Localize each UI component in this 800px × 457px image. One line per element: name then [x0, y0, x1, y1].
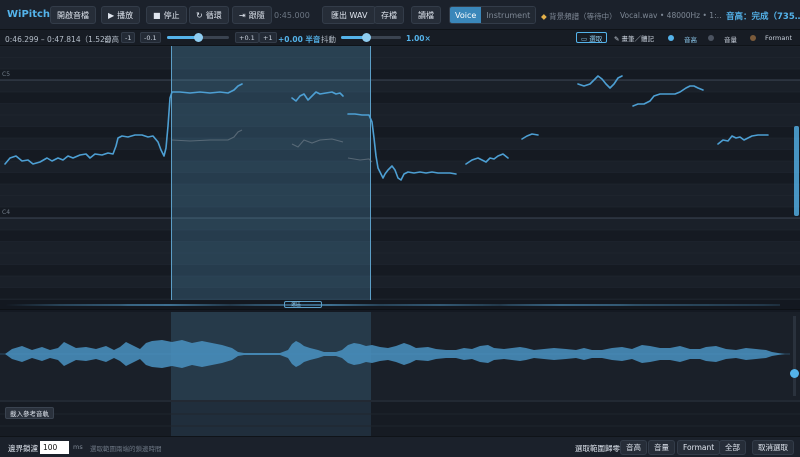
toolbar: WiPitch 開啟音檔 ▶ 播放 ■ 停止 ↻ 循環 ⇥ 跟隨 0:45.00… — [0, 0, 800, 30]
pitch-curve[interactable] — [465, 153, 509, 165]
threshold-label: 邊界鎖濾 — [8, 444, 38, 453]
layer-volume-radio[interactable] — [708, 35, 714, 41]
export-wav-button[interactable]: 匯出 WAV — [322, 6, 377, 24]
status-area: ◆ 背景頻譜（等待中） — [541, 11, 617, 22]
layer-volume-label[interactable]: 音量 — [724, 34, 737, 44]
zero-all-button[interactable]: 全部 — [719, 440, 746, 455]
vertical-scrollbar[interactable] — [794, 126, 799, 216]
reference-grid — [0, 413, 800, 427]
follow-icon: ⇥ — [239, 10, 246, 20]
pitch-curve[interactable] — [4, 83, 243, 165]
layer-formant-label[interactable]: Formant — [765, 34, 792, 42]
pitch-plus01-button[interactable]: +0.1 — [235, 32, 259, 43]
pitch-minus1-button[interactable]: -1 — [121, 32, 136, 43]
app-title: WiPitch — [7, 9, 51, 20]
bottom-bar: 邊界鎖濾 ms 選取範圍兩端的鎖邊時間 選取範圍歸零 音高 音量 Formant… — [0, 436, 800, 457]
waveform-panel[interactable] — [0, 312, 800, 400]
waveform-zoom-knob[interactable] — [790, 369, 799, 378]
pitch-curve[interactable] — [717, 134, 769, 145]
select-mode-button[interactable]: ▭ 選取 — [576, 32, 608, 43]
pitch-editor[interactable]: C5 C4 — [0, 46, 800, 300]
reference-track-panel[interactable]: 載入參考音軌 — [0, 400, 800, 438]
stop-button[interactable]: ■ 停止 — [146, 6, 187, 24]
mode-voice-button[interactable]: Voice — [450, 7, 482, 23]
pitch-label: 音高 — [104, 35, 119, 44]
pitch-value: +0.00 半音 — [278, 35, 321, 44]
original-pitch-curve — [347, 157, 373, 163]
play-button[interactable]: ▶ 播放 — [101, 6, 141, 24]
note-label-c5: C5 — [2, 71, 11, 78]
play-label: 播放 — [117, 10, 134, 20]
loop-label: 循環 — [205, 10, 222, 20]
pitch-plus1-button[interactable]: +1 — [259, 32, 277, 43]
waveform — [0, 340, 790, 368]
overview-label: 選區 — [291, 302, 302, 308]
original-pitch-curve — [171, 129, 243, 142]
diamond-icon: ◆ — [541, 12, 547, 21]
follow-label: 跟隨 — [248, 10, 265, 20]
overview-viewport-thumb[interactable] — [284, 301, 322, 308]
zero-formant-button[interactable]: Formant — [677, 440, 721, 455]
selection-range: 0:46.299 – 0:47.814（1.52s） — [5, 35, 117, 44]
play-icon: ▶ — [108, 10, 115, 20]
pitch-curve[interactable] — [291, 91, 344, 102]
layer-pitch-radio[interactable] — [668, 35, 674, 41]
mode-toggle: Voice Instrument — [449, 6, 537, 24]
threshold-hint: 選取範圍兩端的鎖邊時間 — [90, 445, 162, 453]
load-button[interactable]: 讀檔 — [411, 6, 441, 24]
layer-formant-radio[interactable] — [750, 35, 756, 41]
pitch-status: 音高：完成（735… — [726, 12, 800, 22]
file-info: Vocal.wav • 48000Hz • 1:… — [620, 11, 722, 20]
save-button[interactable]: 存檔 — [374, 6, 404, 24]
draw-mode-button[interactable]: ✎ 畫筆／體記 — [610, 32, 658, 43]
timecode: 0:45.000 — [274, 11, 310, 20]
zero-volume-button[interactable]: 音量 — [648, 440, 675, 455]
pitch-minus01-button[interactable]: -0.1 — [140, 32, 161, 43]
jitter-label: 抖動 — [321, 35, 336, 44]
pitch-curve[interactable] — [632, 85, 704, 107]
zero-pitch-button[interactable]: 音高 — [620, 440, 647, 455]
pitch-curves — [4, 75, 769, 181]
overview-strip[interactable]: 選區 — [0, 300, 800, 310]
pitch-slider-knob[interactable] — [193, 33, 203, 42]
note-label-c4: C4 — [2, 209, 11, 216]
follow-button[interactable]: ⇥ 跟隨 — [232, 6, 272, 24]
waveform-zoom-track[interactable] — [793, 316, 796, 396]
analysis-status: 背景頻譜（等待中） — [549, 12, 617, 21]
stop-icon: ■ — [153, 10, 161, 20]
cancel-selection-button[interactable]: 取消選取 — [752, 440, 794, 455]
pitch-curve[interactable] — [577, 75, 623, 89]
mode-instrument-button[interactable]: Instrument — [481, 7, 536, 23]
original-pitch-curve — [291, 138, 344, 148]
select-zero-label: 選取範圍歸零 — [575, 444, 620, 453]
stop-label: 停止 — [163, 10, 180, 20]
open-audio-button[interactable]: 開啟音檔 — [50, 6, 96, 24]
load-reference-button[interactable]: 載入參考音軌 — [5, 407, 54, 419]
jitter-slider-knob[interactable] — [361, 33, 371, 42]
control-row: 0:46.299 – 0:47.814（1.52s） 音高 -1 -0.1 +0… — [0, 30, 800, 46]
jitter-value: 1.00× — [406, 34, 431, 43]
layer-pitch-label[interactable]: 音高 — [684, 34, 697, 44]
pitch-slider[interactable] — [167, 33, 229, 42]
loop-button[interactable]: ↻ 循環 — [189, 6, 229, 24]
jitter-slider[interactable] — [341, 33, 401, 42]
pitch-curve[interactable] — [521, 133, 539, 140]
overview-waveform — [5, 304, 780, 306]
threshold-input[interactable] — [40, 441, 69, 454]
pitch-curve[interactable] — [347, 113, 457, 181]
loop-icon: ↻ — [196, 10, 203, 20]
threshold-unit: ms — [73, 443, 83, 451]
